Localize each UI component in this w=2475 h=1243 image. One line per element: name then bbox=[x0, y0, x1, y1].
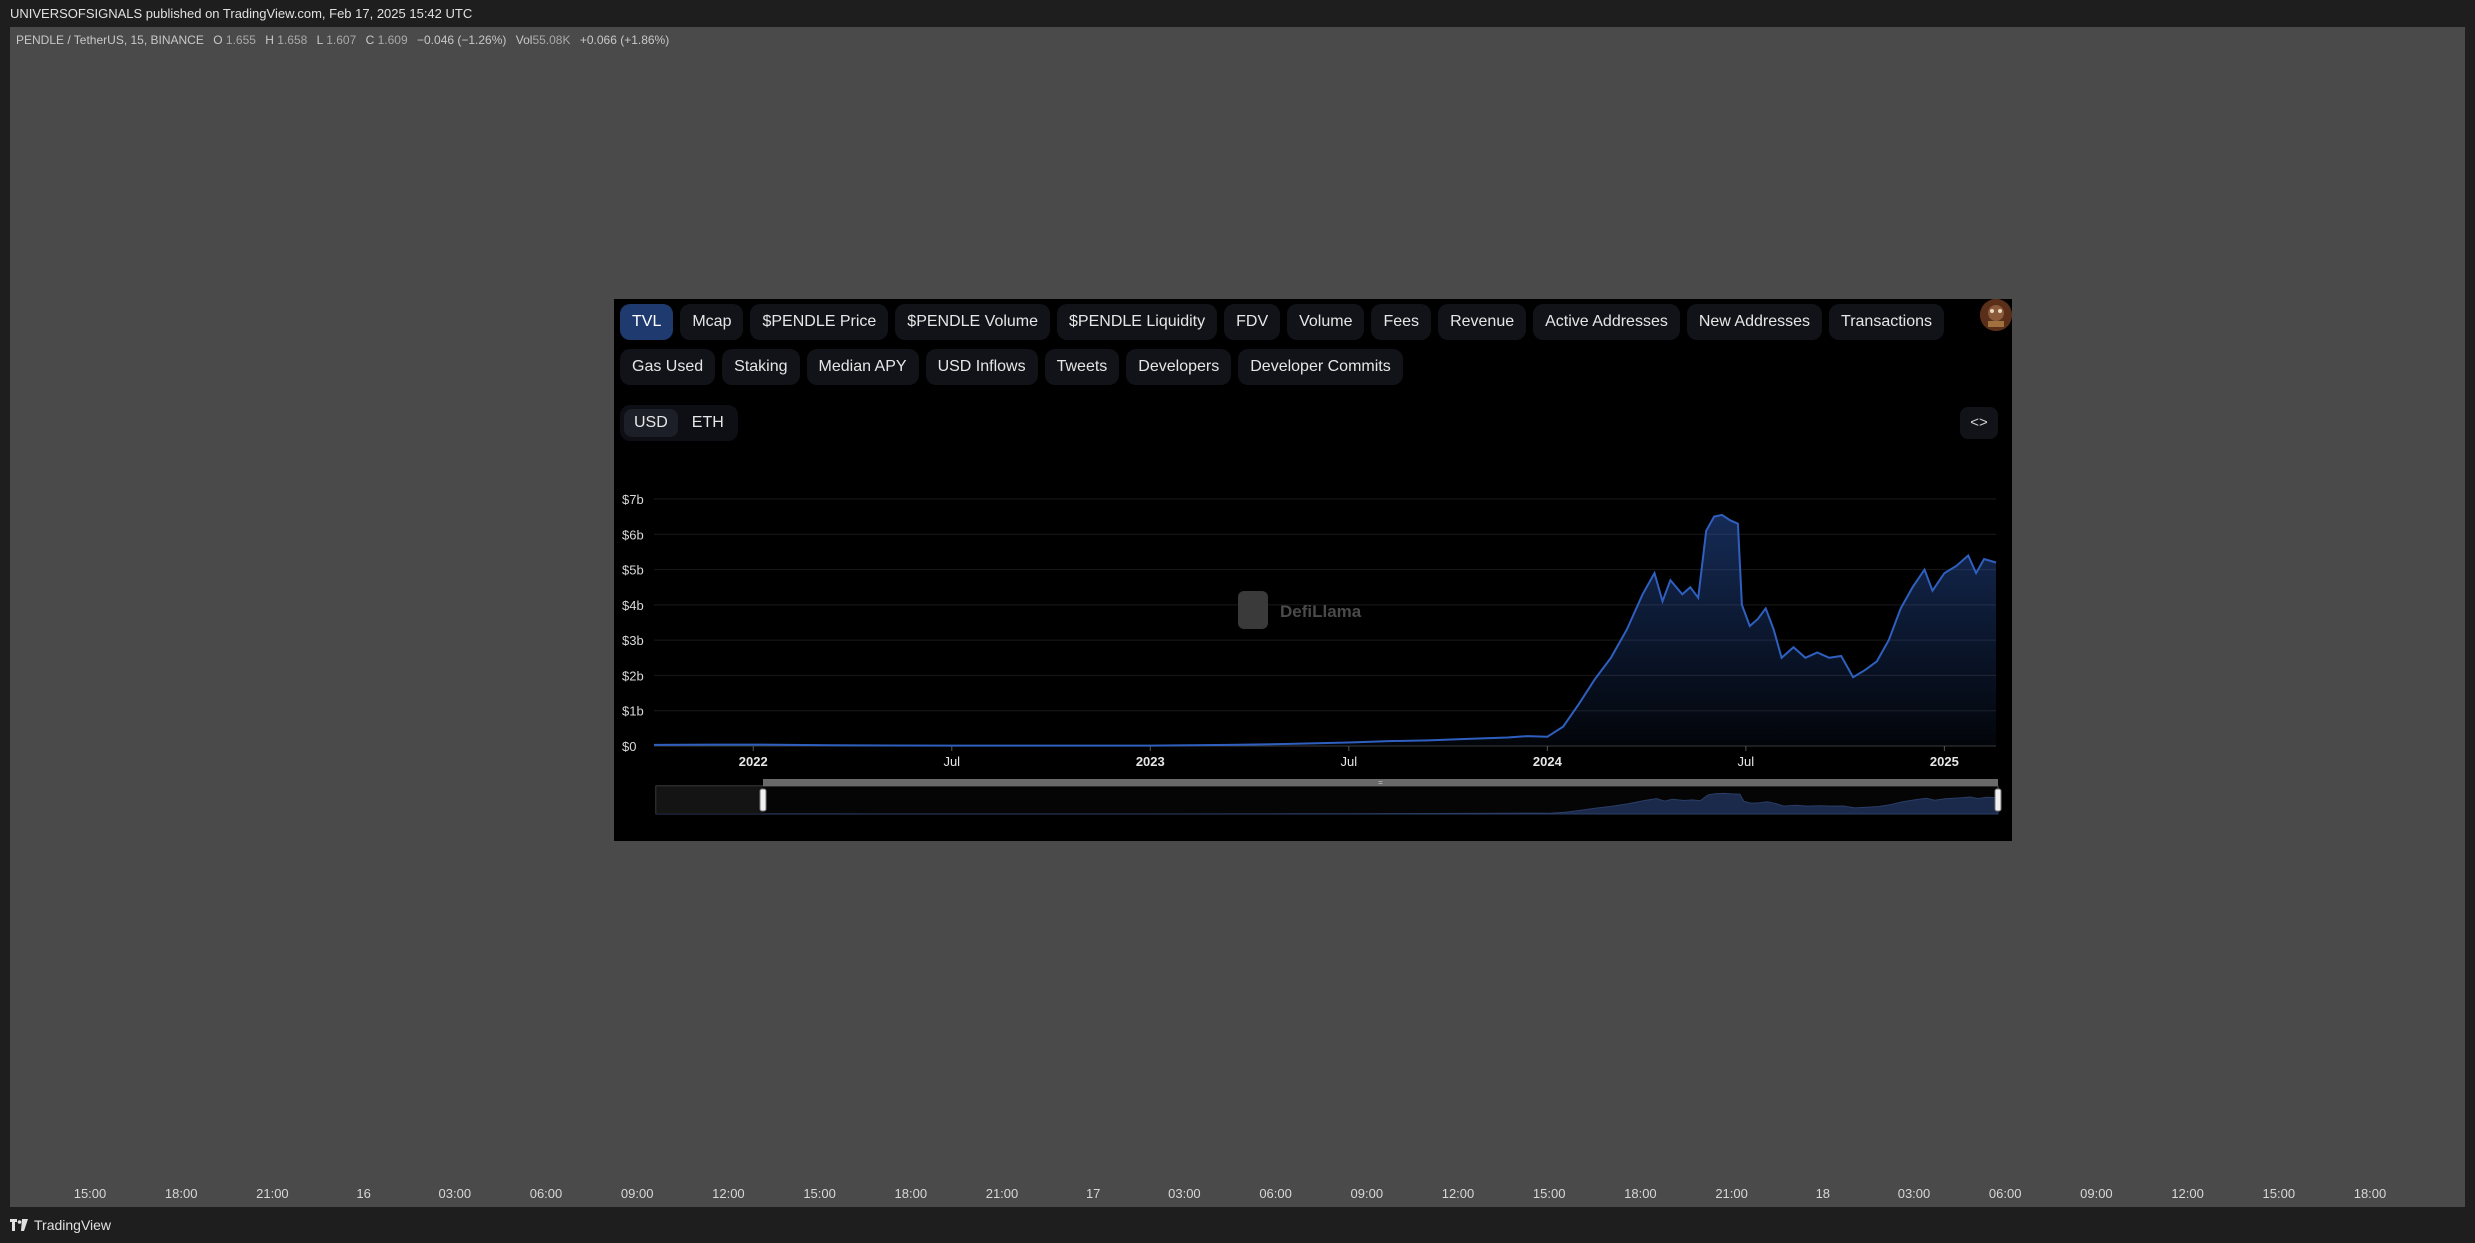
defillama-embed: TVL Mcap $PENDLE Price $PENDLE Volume $PENDL… bbox=[614, 299, 2012, 841]
symbol-name[interactable]: PENDLE / TetherUS, 15, BINANCE bbox=[16, 33, 204, 47]
time-axis[interactable]: 15:00 18:00 21:00 16 03:00 06:00 09:00 12:00 15:… bbox=[10, 1182, 2465, 1206]
footer-bar: TradingView bbox=[0, 1207, 2475, 1243]
y-tick-label: $6b bbox=[622, 527, 644, 542]
time-axis-tick: 15:00 bbox=[1532, 1186, 1566, 1201]
time-axis-tick: 18:00 bbox=[164, 1186, 198, 1201]
range-brush-right-handle[interactable] bbox=[1994, 788, 2002, 812]
x-tick-label: Jul bbox=[943, 754, 960, 769]
y-tick-label: $1b bbox=[622, 704, 644, 719]
volume-value: 55.08K bbox=[532, 33, 571, 47]
watermark-text: DefiLlama bbox=[1280, 602, 1362, 621]
close-value: 1.609 bbox=[377, 33, 408, 47]
time-axis-tick: 03:00 bbox=[1168, 1186, 1201, 1201]
time-axis-tick: 21:00 bbox=[1715, 1186, 1748, 1201]
y-tick-label: $4b bbox=[622, 598, 644, 613]
time-axis-tick: 12:00 bbox=[1441, 1186, 1475, 1201]
time-axis-tick: 18:00 bbox=[894, 1186, 928, 1201]
time-axis-tick: 15:00 bbox=[803, 1186, 836, 1201]
open-value: 1.655 bbox=[225, 33, 256, 47]
close-label: C bbox=[365, 33, 375, 47]
time-axis-tick: 06:00 bbox=[1259, 1186, 1292, 1201]
time-axis-tick: 09:00 bbox=[620, 1186, 654, 1201]
llama-logo-icon bbox=[1238, 591, 1268, 629]
low-value: 1.607 bbox=[326, 33, 357, 47]
tradingview-brand: TradingView bbox=[34, 1217, 112, 1233]
y-tick-label: $2b bbox=[622, 668, 644, 683]
range-brush-left-handle[interactable] bbox=[759, 788, 767, 812]
time-axis-tick: 21:00 bbox=[985, 1186, 1019, 1201]
brush-grip-icon: = bbox=[1378, 778, 1383, 787]
open-label: O bbox=[213, 33, 223, 47]
time-axis-tick: 18:00 bbox=[2353, 1186, 2387, 1201]
x-tick-label: Jul bbox=[1738, 754, 1755, 769]
y-tick-label: $7b bbox=[622, 492, 644, 507]
y-tick-label: $3b bbox=[622, 633, 644, 648]
volume-change: +0.066 (+1.86%) bbox=[579, 33, 670, 47]
time-axis-tick: 17 bbox=[1085, 1186, 1101, 1201]
time-axis-tick: 09:00 bbox=[2080, 1186, 2113, 1201]
defillama-watermark: DefiLlama bbox=[1238, 591, 1362, 629]
tvl-chart[interactable]: $0 $1b $2b $3b $4b $5b $6b $7b 2022 Jul 2023 Jul 202… bbox=[614, 299, 2012, 841]
time-axis-tick: 18 bbox=[1815, 1186, 1831, 1201]
volume-label: Vol bbox=[515, 33, 533, 47]
tvl-area bbox=[654, 514, 1996, 746]
time-axis-tick: 03:00 bbox=[1897, 1186, 1931, 1201]
x-tick-label: 2024 bbox=[1533, 754, 1563, 769]
tradingview-logo[interactable]: TradingView bbox=[10, 1217, 111, 1233]
time-axis-tick: 15:00 bbox=[73, 1186, 107, 1201]
x-tick-label: Jul bbox=[1341, 754, 1358, 769]
time-axis-tick: 03:00 bbox=[438, 1186, 472, 1201]
time-axis-tick: 21:00 bbox=[256, 1186, 289, 1201]
time-axis-tick: 06:00 bbox=[1988, 1186, 2022, 1201]
x-tick-label: 2023 bbox=[1136, 754, 1165, 769]
x-tick-label: 2025 bbox=[1930, 754, 1959, 769]
price-change: −0.046 (−1.26%) bbox=[417, 33, 507, 47]
high-label: H bbox=[265, 33, 274, 47]
publish-header: UNIVERSOFSIGNALS published on TradingVie… bbox=[0, 0, 2475, 27]
time-axis-tick: 06:00 bbox=[529, 1186, 563, 1201]
y-tick-label: $5b bbox=[622, 563, 644, 578]
time-axis-tick: 15:00 bbox=[2262, 1186, 2296, 1201]
tradingview-logo-icon bbox=[10, 1219, 28, 1231]
range-brush-mask bbox=[656, 786, 763, 814]
symbol-legend: PENDLE / TetherUS, 15, BINANCE O 1.655 H… bbox=[16, 33, 669, 47]
time-axis-tick: 09:00 bbox=[1350, 1186, 1384, 1201]
time-axis-tick: 18:00 bbox=[1624, 1186, 1657, 1201]
low-label: L bbox=[316, 33, 323, 47]
x-tick-label: 2022 bbox=[739, 754, 768, 769]
y-tick-label: $0 bbox=[622, 739, 636, 754]
time-axis-tick: 12:00 bbox=[2171, 1186, 2204, 1201]
time-axis-tick: 12:00 bbox=[712, 1186, 745, 1201]
high-value: 1.658 bbox=[277, 33, 308, 47]
publish-line: UNIVERSOFSIGNALS published on TradingVie… bbox=[10, 6, 473, 21]
time-axis-tick: 16 bbox=[356, 1186, 371, 1201]
